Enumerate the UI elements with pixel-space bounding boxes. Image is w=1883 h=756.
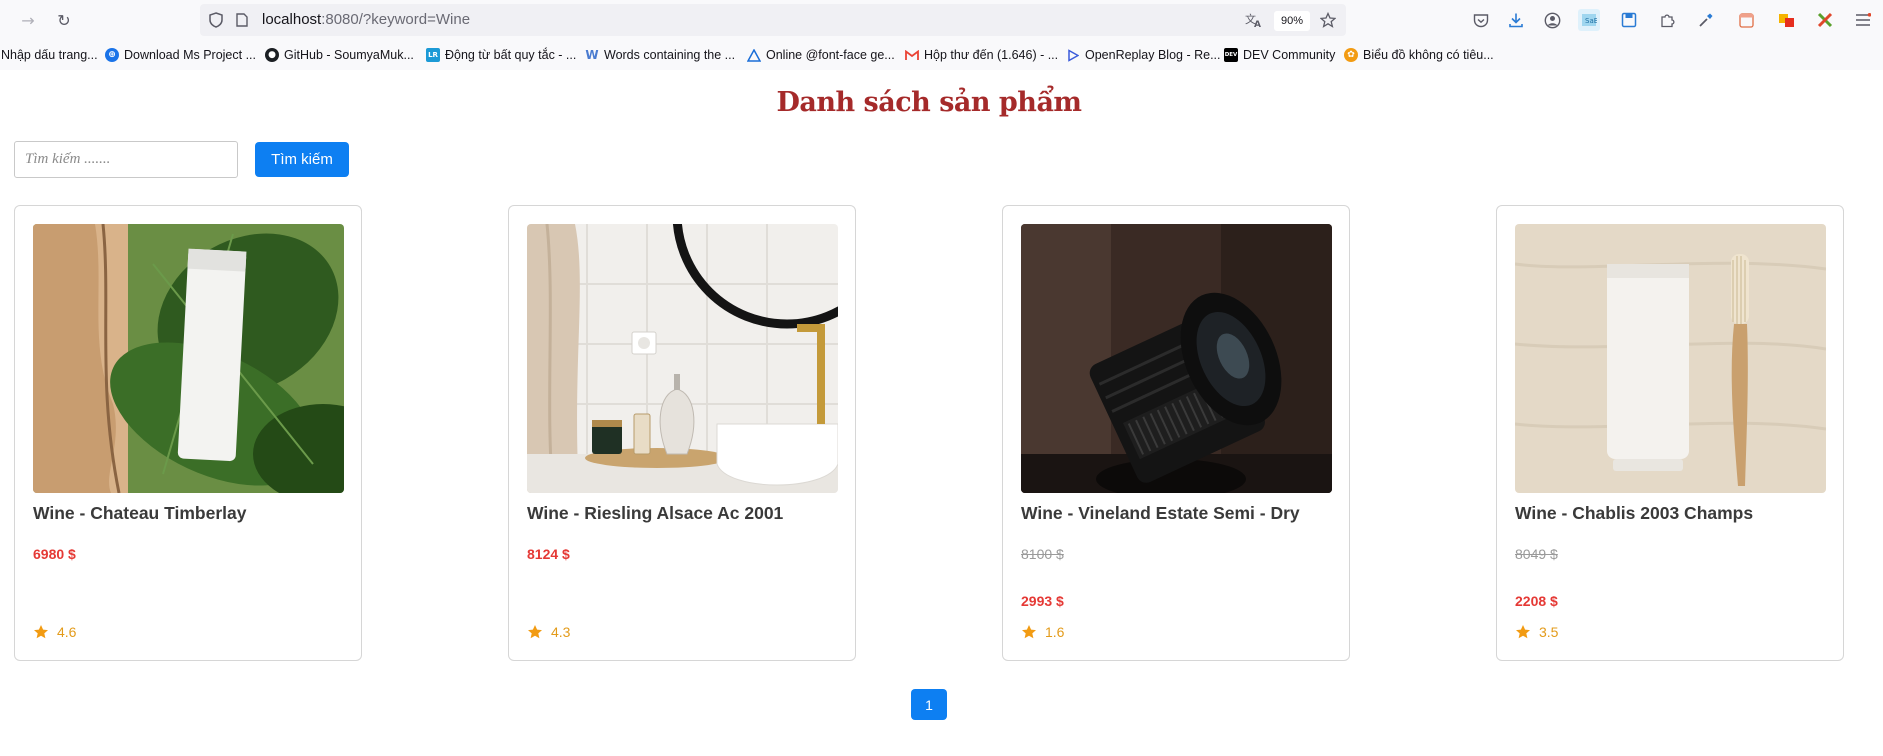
product-sale-price: 2208 $ xyxy=(1515,593,1558,609)
extension-qr-icon[interactable]: SaB xyxy=(1578,9,1600,31)
shield-icon[interactable] xyxy=(206,10,226,30)
star-icon xyxy=(1022,625,1036,639)
product-rating: 1.6 xyxy=(1021,624,1064,640)
extension-cross-icon[interactable] xyxy=(1814,9,1836,31)
bookmark-chart[interactable]: ✿ Biểu đồ không có tiêu... xyxy=(1344,45,1494,65)
search-button[interactable]: Tìm kiếm xyxy=(255,142,349,177)
rating-value: 3.5 xyxy=(1539,624,1559,640)
address-bar[interactable]: localhost:8080/?keyword=Wine 文A 90% xyxy=(200,4,1346,36)
reload-icon[interactable]: ↻ xyxy=(52,8,76,32)
pocket-icon[interactable] xyxy=(1470,9,1492,31)
product-name[interactable]: Wine - Chateau Timberlay xyxy=(33,503,246,524)
product-card[interactable]: Wine - Chateau Timberlay 6980 $ 4.6 xyxy=(14,205,362,661)
bookmark-gmail[interactable]: Hộp thư đến (1.646) - ... xyxy=(905,45,1058,65)
forward-icon[interactable]: → xyxy=(16,8,40,32)
search-input[interactable] xyxy=(14,141,238,178)
account-icon[interactable] xyxy=(1541,9,1563,31)
extension-office-icon[interactable] xyxy=(1775,9,1797,31)
browser-toolbar: → ↻ localhost:8080/?keyword=Wine 文A 90% … xyxy=(0,0,1883,40)
product-name[interactable]: Wine - Chablis 2003 Champs xyxy=(1515,503,1753,524)
url-text[interactable]: localhost:8080/?keyword=Wine xyxy=(262,11,470,28)
bookmark-openreplay[interactable]: OpenReplay Blog - Re... xyxy=(1066,45,1221,65)
window-icon[interactable] xyxy=(1735,9,1757,31)
bookmark-import[interactable]: Nhập dấu trang... xyxy=(1,45,98,65)
product-rating: 4.3 xyxy=(527,624,570,640)
eyedropper-icon[interactable] xyxy=(1695,9,1717,31)
translate-icon[interactable]: 文A xyxy=(1244,10,1264,30)
product-old-price: 8049 $ xyxy=(1515,546,1558,562)
product-image-bathroom-sink[interactable] xyxy=(527,224,838,493)
extensions-icon[interactable] xyxy=(1656,9,1678,31)
product-sale-price: 2993 $ xyxy=(1021,593,1064,609)
product-card[interactable]: Wine - Riesling Alsace Ac 2001 8124 $ 4.… xyxy=(508,205,856,661)
gmail-icon xyxy=(905,48,919,62)
dev-icon: DEV xyxy=(1224,48,1238,62)
bookmark-ms-project[interactable]: ⊕ Download Ms Project ... xyxy=(105,45,256,65)
star-icon xyxy=(34,625,48,639)
bookmark-dev-community[interactable]: DEV DEV Community xyxy=(1224,45,1335,65)
product-name[interactable]: Wine - Vineland Estate Semi - Dry xyxy=(1021,503,1300,524)
github-icon: ● xyxy=(265,48,279,62)
product-old-price: 8100 $ xyxy=(1021,546,1064,562)
product-image-camera-lens[interactable] xyxy=(1021,224,1332,493)
play-icon xyxy=(1066,48,1080,62)
product-card[interactable]: Wine - Chablis 2003 Champs 8049 $ 2208 $… xyxy=(1496,205,1844,661)
rating-value: 4.3 xyxy=(551,624,571,640)
page-info-icon[interactable] xyxy=(232,10,252,30)
product-image-tube-on-leaves[interactable] xyxy=(33,224,344,493)
lr-icon: LR xyxy=(426,48,440,62)
bookmark-words[interactable]: W Words containing the ... xyxy=(585,45,735,65)
bookmark-font-face[interactable]: Online @font-face ge... xyxy=(747,45,895,65)
product-name[interactable]: Wine - Riesling Alsace Ac 2001 xyxy=(527,503,783,524)
menu-icon[interactable] xyxy=(1852,9,1874,31)
page-title: Danh sách sản phẩm xyxy=(776,87,1082,118)
pagination-page-1[interactable]: 1 xyxy=(911,689,947,720)
svg-text:SaB: SaB xyxy=(1585,17,1597,25)
triangle-icon xyxy=(747,48,761,62)
w-icon: W xyxy=(585,48,599,62)
product-image-tube-and-toothbrush[interactable] xyxy=(1515,224,1826,493)
bookmarks-bar: Nhập dấu trang... ⊕ Download Ms Project .… xyxy=(0,40,1883,70)
product-price: 8124 $ xyxy=(527,546,570,562)
downloads-icon[interactable] xyxy=(1505,9,1527,31)
product-rating: 4.6 xyxy=(33,624,76,640)
chart-icon: ✿ xyxy=(1344,48,1358,62)
product-price: 6980 $ xyxy=(33,546,76,562)
rating-value: 4.6 xyxy=(57,624,77,640)
save-page-icon[interactable] xyxy=(1618,9,1640,31)
globe-icon: ⊕ xyxy=(105,48,119,62)
rating-value: 1.6 xyxy=(1045,624,1065,640)
bookmark-github[interactable]: ● GitHub - SoumyaMuk... xyxy=(265,45,414,65)
svg-text:A: A xyxy=(1254,20,1261,28)
zoom-level[interactable]: 90% xyxy=(1274,11,1310,31)
star-icon xyxy=(528,625,542,639)
star-icon xyxy=(1516,625,1530,639)
product-card[interactable]: Wine - Vineland Estate Semi - Dry 8100 $… xyxy=(1002,205,1350,661)
bookmark-irregular-verbs[interactable]: LR Động từ bất quy tắc - ... xyxy=(426,45,576,65)
star-icon[interactable] xyxy=(1318,10,1338,30)
product-rating: 3.5 xyxy=(1515,624,1558,640)
